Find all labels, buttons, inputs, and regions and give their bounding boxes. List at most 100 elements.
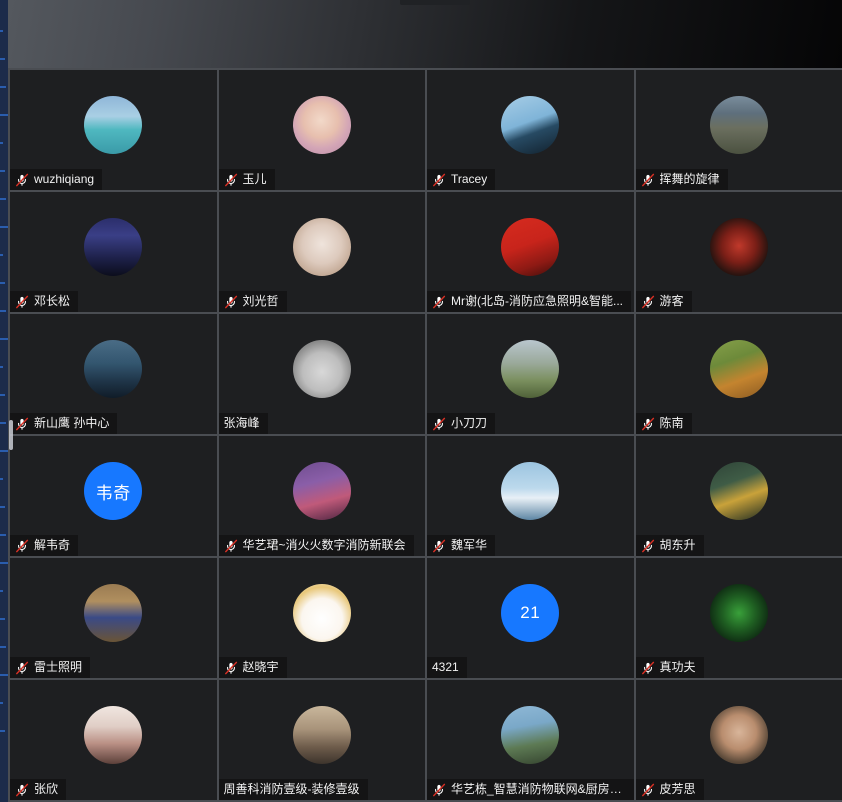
avatar	[84, 706, 143, 765]
avatar	[84, 218, 143, 277]
background-window-sliver[interactable]	[0, 0, 8, 802]
participant-name: 华艺栋_智慧消防物联网&厨房灭...	[451, 782, 626, 796]
participant-name: 解韦奇	[34, 538, 71, 552]
avatar-photo	[292, 340, 351, 399]
background-text-fragment	[0, 226, 8, 228]
participant-tile[interactable]: 周善科消防壹级-装修壹级	[218, 680, 425, 800]
participant-tile[interactable]: 游客	[635, 192, 842, 312]
mic-muted-icon	[433, 417, 446, 430]
avatar: 韦奇	[84, 462, 143, 521]
avatar	[709, 462, 768, 521]
participant-tile[interactable]: 21 4321	[427, 558, 634, 678]
participant-nameplate: 新山鹰 孙中心	[10, 413, 118, 434]
participant-name: 挥舞的旋律	[659, 172, 720, 186]
mic-muted-icon	[433, 539, 446, 552]
participant-name: 小刀刀	[451, 416, 488, 430]
background-text-fragment	[0, 422, 6, 424]
mic-muted-icon	[224, 539, 237, 552]
avatar	[292, 340, 351, 399]
participant-tile[interactable]: 新山鹰 孙中心	[10, 314, 217, 434]
avatar	[709, 218, 768, 277]
participant-tile[interactable]: 邓长松	[10, 192, 217, 312]
participant-nameplate: 小刀刀	[427, 413, 496, 434]
mic-muted-icon	[433, 295, 446, 308]
avatar-photo	[84, 706, 143, 765]
participant-tile[interactable]: 真功夫	[635, 558, 842, 678]
participant-tile[interactable]: 华艺珺~消火火数字消防新联会	[218, 436, 425, 556]
background-text-fragment	[0, 506, 5, 508]
avatar	[292, 218, 351, 277]
participant-tile[interactable]: 张欣	[10, 680, 217, 800]
participant-tile[interactable]: 玉儿	[218, 70, 425, 190]
participant-tile[interactable]: Tracey	[427, 70, 634, 190]
participant-tile[interactable]: 赵晓宇	[218, 558, 425, 678]
participant-tile[interactable]: 皮芳思	[635, 680, 842, 800]
participant-tile[interactable]: 雷士照明	[10, 558, 217, 678]
participant-tile[interactable]: wuzhiqiang	[10, 70, 217, 190]
meeting-gallery-window: wuzhiqiang 玉儿 Tracey 挥舞的旋律邓长松 刘光哲 Mr谢(北岛-消防应急…	[0, 0, 842, 802]
participant-nameplate: 张海峰	[218, 413, 268, 434]
background-text-fragment	[0, 282, 5, 284]
participant-gallery-grid: wuzhiqiang 玉儿 Tracey 挥舞的旋律邓长松 刘光哲 Mr谢(北岛-消防应急…	[8, 68, 842, 802]
gallery-scrollbar-thumb[interactable]	[9, 420, 13, 450]
avatar-photo	[292, 462, 351, 521]
participant-name: 皮芳思	[659, 782, 696, 796]
mic-muted-icon	[641, 173, 654, 186]
participant-tile[interactable]: 陈南	[635, 314, 842, 434]
mic-muted-icon	[16, 783, 29, 796]
participant-name: 华艺珺~消火火数字消防新联会	[242, 538, 406, 552]
avatar	[292, 96, 351, 155]
background-text-fragment	[0, 198, 6, 200]
participant-tile[interactable]: 华艺栋_智慧消防物联网&厨房灭...	[427, 680, 634, 800]
mic-muted-icon	[224, 173, 237, 186]
avatar-photo	[292, 96, 351, 155]
participant-tile[interactable]: 韦奇解韦奇	[10, 436, 217, 556]
background-text-fragment	[0, 646, 6, 648]
avatar	[709, 584, 768, 643]
background-text-fragment	[0, 478, 3, 480]
participant-nameplate: Tracey	[427, 169, 496, 190]
participant-tile[interactable]: 魏军华	[427, 436, 634, 556]
avatar	[501, 706, 560, 765]
avatar-photo	[709, 584, 768, 643]
participant-name: wuzhiqiang	[34, 172, 95, 186]
meeting-header-bar	[8, 0, 842, 68]
participant-name: 胡东升	[659, 538, 696, 552]
background-text-fragment	[0, 674, 8, 676]
participant-name: 赵晓宇	[242, 660, 279, 674]
participant-name: 周善科消防壹级-装修壹级	[223, 782, 360, 796]
participant-tile[interactable]: 胡东升	[635, 436, 842, 556]
background-text-fragment	[0, 702, 3, 704]
participant-name: 魏军华	[451, 538, 488, 552]
mic-muted-icon	[641, 539, 654, 552]
mic-muted-icon	[641, 661, 654, 674]
background-text-fragment	[0, 58, 5, 60]
background-text-fragment	[0, 450, 8, 452]
avatar-photo	[709, 96, 768, 155]
mic-muted-icon	[641, 295, 654, 308]
avatar	[84, 584, 143, 643]
avatar	[292, 584, 351, 643]
background-text-fragment	[0, 338, 8, 340]
avatar-photo	[84, 218, 143, 277]
background-text-fragment	[0, 30, 3, 32]
avatar-photo	[501, 462, 560, 521]
participant-tile[interactable]: 张海峰	[218, 314, 425, 434]
participant-name: 新山鹰 孙中心	[34, 416, 110, 430]
participant-tile[interactable]: 挥舞的旋律	[635, 70, 842, 190]
participant-nameplate: 华艺珺~消火火数字消防新联会	[218, 535, 414, 556]
gallery-scrollbar-track[interactable]	[8, 68, 14, 802]
mic-muted-icon	[16, 417, 29, 430]
mic-muted-icon	[16, 539, 29, 552]
mic-muted-icon	[641, 417, 654, 430]
participant-nameplate: 陈南	[635, 413, 692, 434]
participant-tile[interactable]: 小刀刀	[427, 314, 634, 434]
avatar-photo	[84, 584, 143, 643]
participant-nameplate: 游客	[635, 291, 692, 312]
participant-tile[interactable]: 刘光哲	[218, 192, 425, 312]
background-text-fragment	[0, 534, 6, 536]
participant-tile[interactable]: Mr谢(北岛-消防应急照明&智能...	[427, 192, 634, 312]
participant-nameplate: 玉儿	[218, 169, 275, 190]
avatar	[709, 96, 768, 155]
participant-nameplate: 邓长松	[10, 291, 79, 312]
